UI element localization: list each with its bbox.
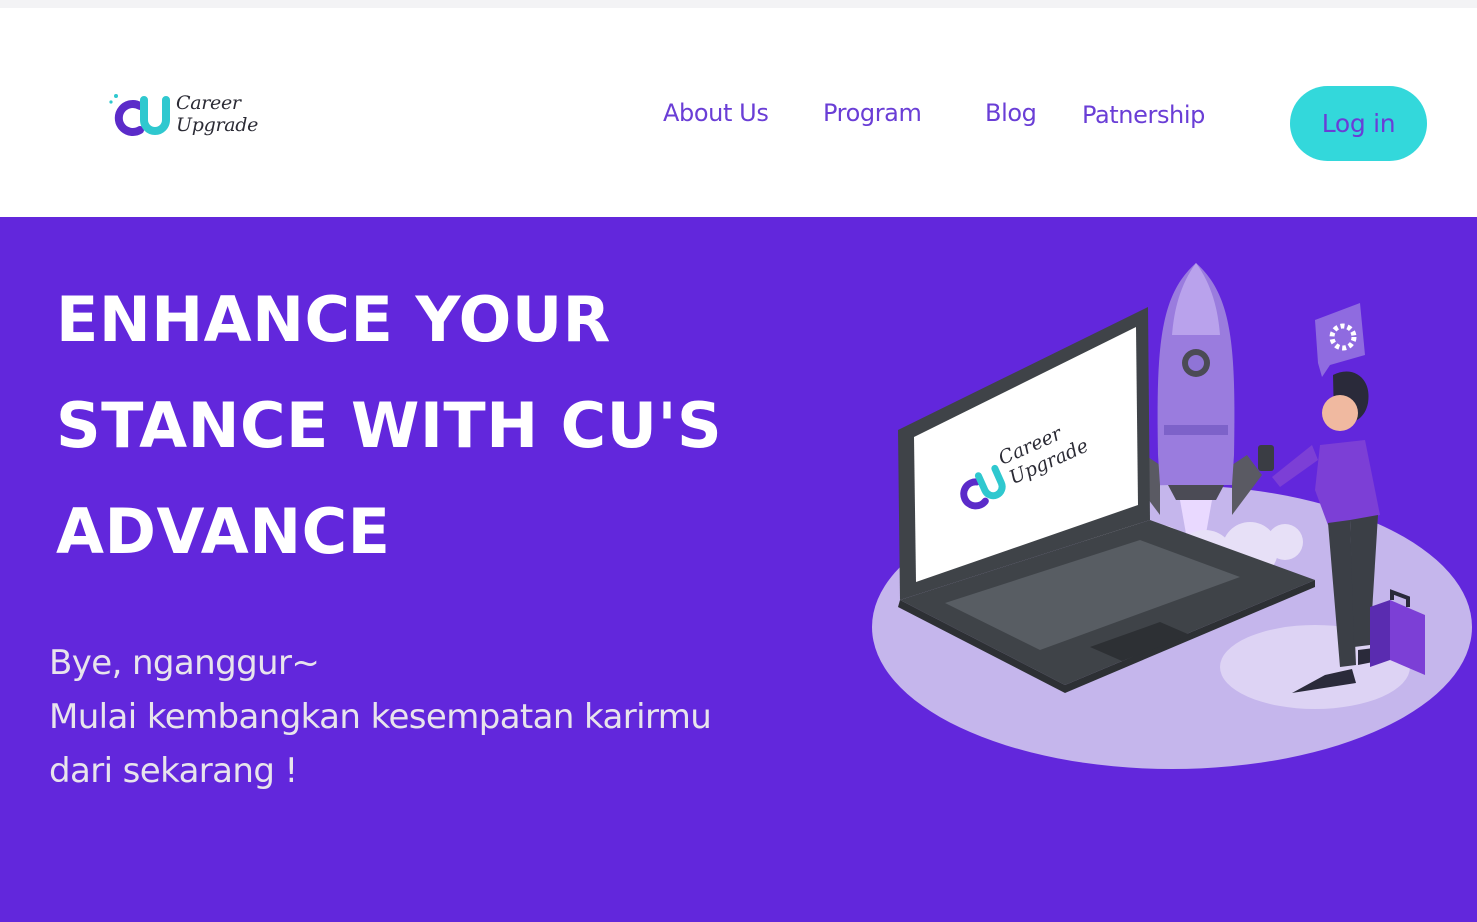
brand-name-line2: Upgrade [176,114,259,136]
hero-headline: ENHANCE YOUR STANCE WITH CU'S ADVANCE [56,267,846,585]
brand-name-line1: Career [176,92,241,114]
subtext-line-3: dari sekarang ! [49,751,298,791]
subtext-line-2: Mulai kembangkan kesempatan karirmu [49,697,712,737]
site-header: Career Upgrade About Us Program Blog Pat… [0,8,1477,217]
hero-subtext: Bye, nganggur~ Mulai kembangkan kesempat… [49,636,712,798]
nav-program[interactable]: Program [823,99,922,127]
headline-line-2: STANCE WITH CU'S [56,389,723,462]
login-button[interactable]: Log in [1290,86,1427,161]
headline-line-3: ADVANCE [56,495,391,568]
nav-blog[interactable]: Blog [985,99,1037,127]
top-divider [0,0,1477,8]
headline-line-1: ENHANCE YOUR [56,283,611,356]
hero-illustration: Career Upgrade [872,263,1472,769]
brand-name: Career Upgrade [176,92,258,136]
nav-about-us[interactable]: About Us [663,99,769,127]
nav-partnership[interactable]: Patnership [1082,101,1205,129]
subtext-line-1: Bye, nganggur~ [49,643,320,683]
gear-icon [1315,303,1365,377]
